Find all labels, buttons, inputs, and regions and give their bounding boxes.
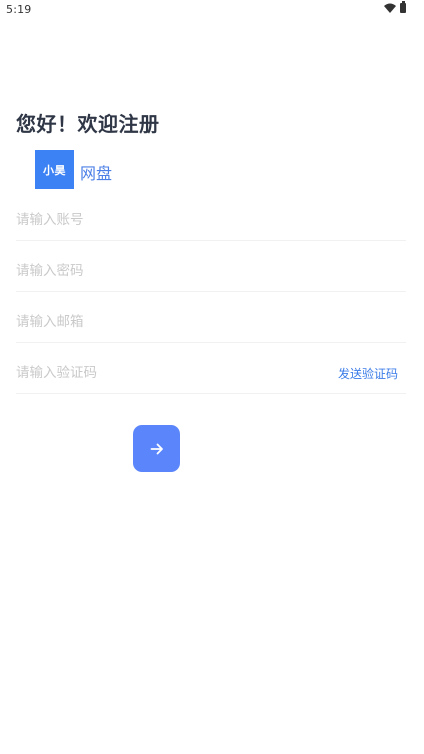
password-field [16, 253, 406, 292]
verification-code-field: 发送验证码 [16, 355, 406, 394]
verification-code-input[interactable] [16, 355, 326, 391]
arrow-right-icon [150, 443, 163, 454]
wifi-icon [384, 3, 396, 13]
password-input[interactable] [16, 253, 326, 289]
send-code-button[interactable]: 发送验证码 [338, 365, 398, 382]
brand-name: 网盘 [80, 163, 113, 183]
logo-text: 小昊 [43, 163, 66, 177]
status-bar: 5:19 [0, 0, 424, 20]
email-field [16, 304, 406, 343]
status-icons [384, 1, 406, 13]
battery-icon [400, 1, 406, 13]
page-title: 您好！欢迎注册 [16, 112, 160, 136]
brand: 小昊 网盘 [35, 150, 112, 189]
account-field [16, 202, 406, 241]
email-input[interactable] [16, 304, 326, 340]
status-time: 5:19 [6, 3, 32, 16]
account-input[interactable] [16, 202, 326, 238]
logo: 小昊 [35, 150, 74, 189]
submit-button[interactable] [133, 425, 180, 472]
